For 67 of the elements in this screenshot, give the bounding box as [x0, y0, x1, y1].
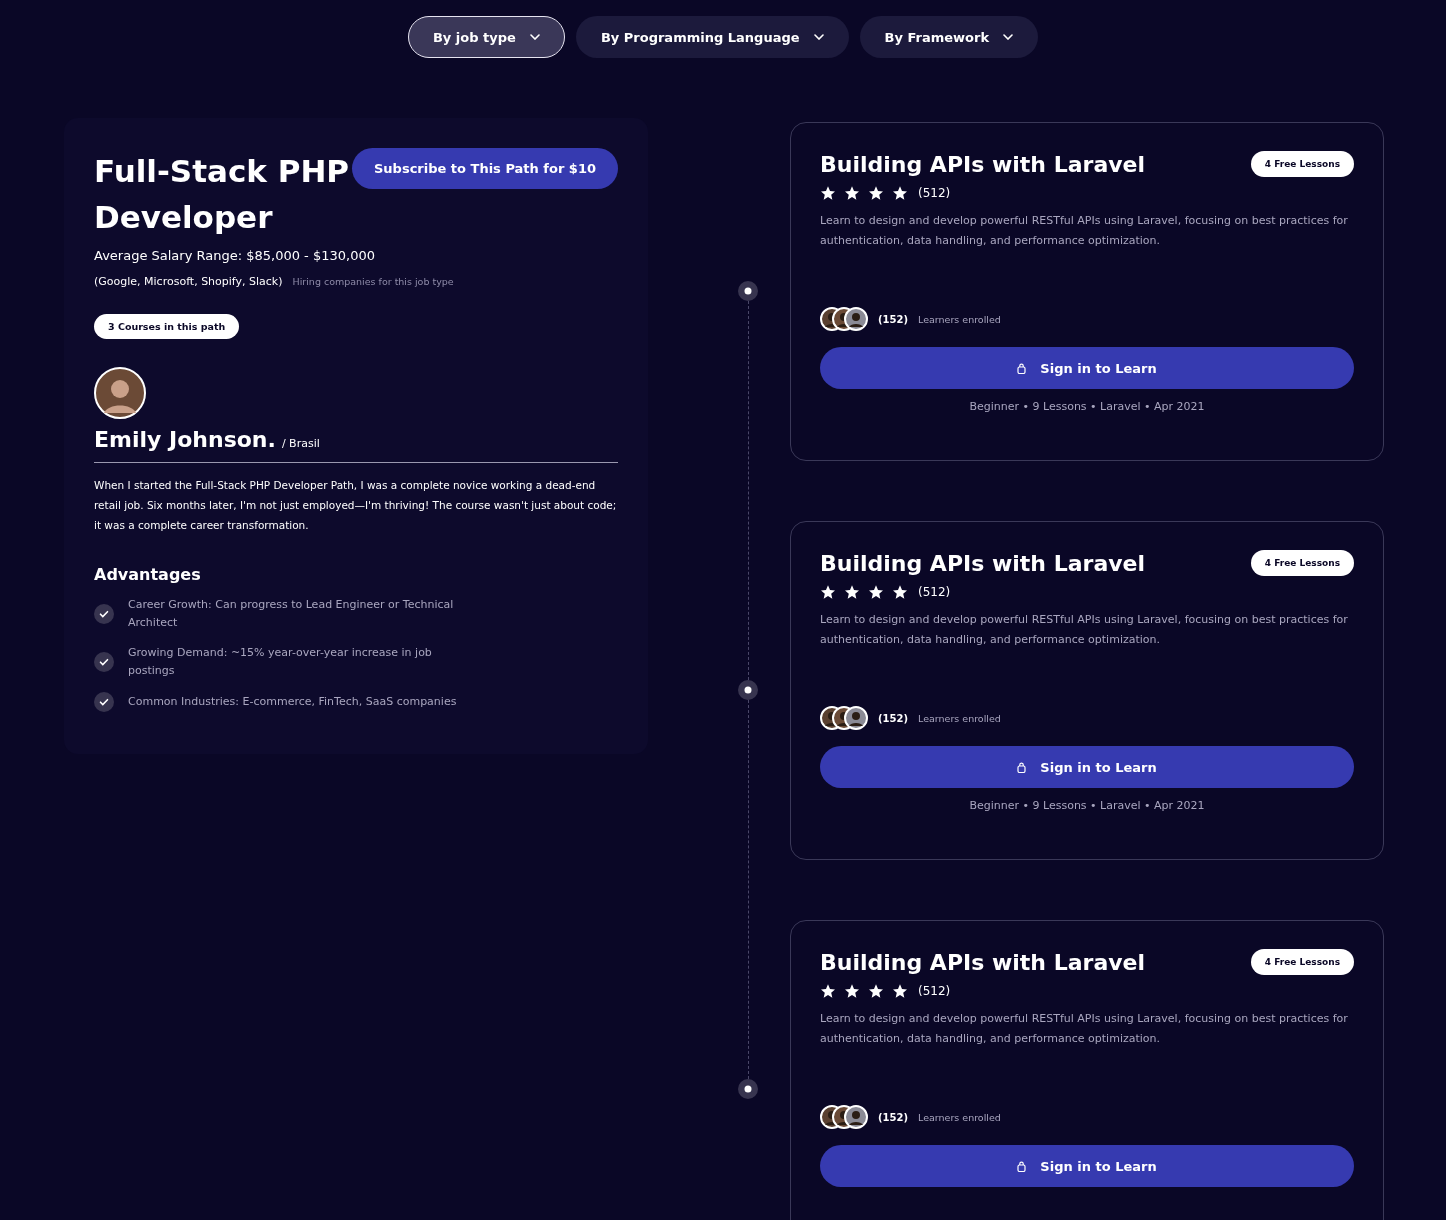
subscribe-button[interactable]: Subscribe to This Path for $10 [352, 148, 618, 189]
star-icon [844, 983, 860, 999]
filter-dropdown[interactable]: By job type [407, 16, 565, 58]
star-icon [820, 584, 836, 600]
learners-count: (152) [878, 1111, 908, 1123]
course-meta: Beginner • 9 Lessons • Laravel • Apr 2021 [968, 400, 1206, 413]
author-location: / Brasil [281, 437, 320, 450]
star-icon [892, 983, 908, 999]
rating-count: (512) [918, 984, 951, 998]
learners-count: (152) [878, 313, 908, 325]
course-title: Building APIs with Laravel [820, 550, 1146, 576]
salary-range: Average Salary Range: $85,000 - $130,000 [94, 248, 376, 263]
sign-in-button[interactable]: Sign in to Learn [820, 746, 1354, 788]
check-icon [94, 692, 114, 712]
star-icon [868, 983, 884, 999]
free-lessons-badge: 4 Free Lessons [1250, 151, 1354, 177]
sign-in-button[interactable]: Sign in to Learn [820, 1145, 1354, 1187]
path-title: Full-Stack PHP Developer [94, 152, 351, 237]
chevron-down-icon [1003, 34, 1014, 40]
star-icon [868, 185, 884, 201]
star-icon [868, 584, 884, 600]
rating-count: (512) [918, 585, 951, 599]
rating-count: (512) [918, 186, 951, 200]
avatar [94, 367, 146, 419]
star-icon [844, 185, 860, 201]
course-description: Learn to design and develop powerful RESTful APIs using Laravel, focusing on best practices for authentication, data handling, and performance optimization. [820, 1011, 1349, 1047]
timeline-dot [738, 281, 758, 301]
chevron-down-icon [813, 34, 824, 40]
filter-dropdown[interactable]: By Programming Language [575, 16, 849, 58]
free-lessons-badge: 4 Free Lessons [1250, 949, 1354, 975]
advantages-heading: Advantages [94, 565, 202, 584]
advantage-text: Common Industries: E-commerce, FinTech, SaaS companies [128, 694, 457, 710]
learners-label: Learners enrolled [918, 712, 1001, 724]
lock-icon [1017, 362, 1027, 374]
avatar [844, 1105, 868, 1129]
timeline-dot [738, 1079, 758, 1099]
learners-label: Learners enrolled [918, 1111, 1001, 1123]
companies-note: Hiring companies for this job type [292, 276, 454, 287]
learners-count: (152) [878, 712, 908, 724]
star-icon [820, 983, 836, 999]
course-meta: Beginner • 9 Lessons • Laravel • Apr 2021 [968, 799, 1206, 812]
author-name: Emily Johnson. [94, 427, 276, 452]
advantage-text: Growing Demand: ~15% year-over-year increase in job postings [128, 645, 433, 679]
star-icon [844, 584, 860, 600]
course-title: Building APIs with Laravel [820, 151, 1146, 177]
filter-dropdown[interactable]: By Framework [859, 16, 1039, 58]
learners-label: Learners enrolled [918, 313, 1001, 325]
lock-icon [1017, 1160, 1027, 1172]
star-icon [892, 185, 908, 201]
company-list: (Google, Microsoft, Shopify, Slack) [94, 275, 283, 288]
check-icon [94, 652, 114, 672]
courses-badge: 3 Courses in this path [94, 314, 240, 339]
sign-in-button[interactable]: Sign in to Learn [820, 347, 1354, 389]
course-description: Learn to design and develop powerful RESTful APIs using Laravel, focusing on best practices for authentication, data handling, and performance optimization. [820, 213, 1349, 249]
star-icon [892, 584, 908, 600]
course-title: Building APIs with Laravel [820, 949, 1146, 975]
testimonial-text: When I started the Full-Stack PHP Developer Path, I was a complete novice working a dead-end retail job. Six months later, I'm not just employed—I'm thriving! The course wasn't just about code; it was a complete career transformation. [94, 478, 618, 533]
course-description: Learn to design and develop powerful RESTful APIs using Laravel, focusing on best practices for authentication, data handling, and performance optimization. [820, 612, 1349, 648]
free-lessons-badge: 4 Free Lessons [1250, 550, 1354, 576]
check-icon [94, 604, 114, 624]
avatar [844, 706, 868, 730]
chevron-down-icon [529, 34, 540, 40]
timeline-dot [738, 680, 758, 700]
advantage-text: Career Growth: Can progress to Lead Engineer or Technical Architect [128, 597, 455, 631]
lock-icon [1017, 761, 1027, 773]
avatar [844, 307, 868, 331]
star-icon [820, 185, 836, 201]
